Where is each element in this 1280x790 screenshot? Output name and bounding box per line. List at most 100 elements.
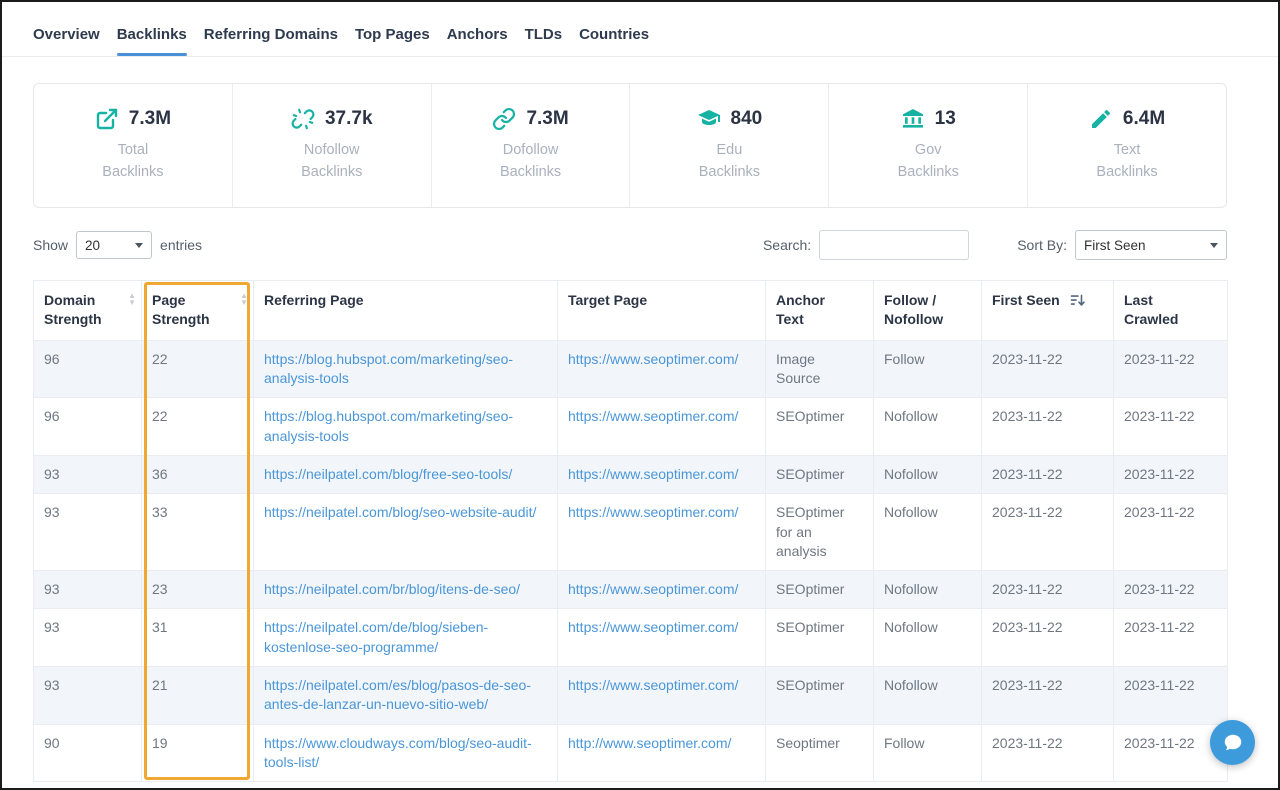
- target-page-link[interactable]: https://www.seoptimer.com/: [568, 619, 738, 635]
- cell-page-strength: 22: [142, 340, 254, 398]
- stat-label: Edu Backlinks: [685, 140, 773, 184]
- cell-follow-nofollow: Follow: [874, 724, 982, 782]
- broken-link-icon: [291, 107, 315, 131]
- referring-page-link[interactable]: https://neilpatel.com/blog/seo-website-a…: [264, 504, 536, 520]
- cell-first-seen: 2023-11-22: [982, 571, 1114, 609]
- cell-follow-nofollow: Nofollow: [874, 609, 982, 667]
- target-page-link[interactable]: https://www.seoptimer.com/: [568, 581, 738, 597]
- search-label: Search:: [763, 237, 811, 253]
- table-row: 9321https://neilpatel.com/es/blog/pasos-…: [34, 667, 1228, 725]
- cell-last-crawled: 2023-11-22: [1114, 667, 1228, 725]
- tab-countries[interactable]: Countries: [579, 26, 649, 56]
- cell-follow-nofollow: Nofollow: [874, 667, 982, 725]
- sort-desc-icon: [1070, 293, 1085, 312]
- cell-domain-strength: 93: [34, 571, 142, 609]
- column-header-target-page[interactable]: Target Page: [558, 281, 766, 341]
- table-row: 9622https://blog.hubspot.com/marketing/s…: [34, 398, 1228, 456]
- stat-value: 13: [935, 108, 956, 130]
- referring-page-link[interactable]: https://www.cloudways.com/blog/seo-audit…: [264, 735, 532, 770]
- cell-anchor-text: Seoptimer: [766, 724, 874, 782]
- referring-page-link[interactable]: https://neilpatel.com/br/blog/itens-de-s…: [264, 581, 520, 597]
- cell-page-strength: 23: [142, 571, 254, 609]
- target-page-link[interactable]: https://www.seoptimer.com/: [568, 408, 738, 424]
- referring-page-link[interactable]: https://neilpatel.com/es/blog/pasos-de-s…: [264, 677, 531, 712]
- cell-domain-strength: 96: [34, 398, 142, 456]
- sort-by-select[interactable]: First Seen: [1075, 230, 1227, 260]
- column-label: Domain Strength: [44, 292, 102, 327]
- cell-last-crawled: 2023-11-22: [1114, 340, 1228, 398]
- table-row: 9019https://www.cloudways.com/blog/seo-a…: [34, 724, 1228, 782]
- sort-by-label: Sort By:: [1017, 237, 1067, 253]
- tab-top-pages[interactable]: Top Pages: [355, 26, 430, 56]
- column-label: Target Page: [568, 292, 647, 308]
- column-header-last-crawled[interactable]: Last Crawled: [1114, 281, 1228, 341]
- cell-target-page: https://www.seoptimer.com/: [558, 667, 766, 725]
- chevron-down-icon: [1210, 243, 1218, 248]
- cell-referring-page: https://www.cloudways.com/blog/seo-audit…: [254, 724, 558, 782]
- cell-last-crawled: 2023-11-22: [1114, 724, 1228, 782]
- tab-anchors[interactable]: Anchors: [447, 26, 508, 56]
- search-input[interactable]: [819, 230, 969, 260]
- column-header-follow-nofollow[interactable]: Follow / Nofollow: [874, 281, 982, 341]
- cell-anchor-text: SEOptimer: [766, 571, 874, 609]
- tab-overview[interactable]: Overview: [33, 26, 100, 56]
- column-header-anchor-text[interactable]: Anchor Text: [766, 281, 874, 341]
- target-page-link[interactable]: https://www.seoptimer.com/: [568, 351, 738, 367]
- cell-page-strength: 33: [142, 494, 254, 571]
- cell-target-page: https://www.seoptimer.com/: [558, 609, 766, 667]
- stat-total-backlinks: 7.3M Total Backlinks: [34, 84, 233, 207]
- cell-referring-page: https://neilpatel.com/blog/free-seo-tool…: [254, 455, 558, 493]
- stat-dofollow-backlinks: 7.3M Dofollow Backlinks: [432, 84, 631, 207]
- cell-referring-page: https://neilpatel.com/br/blog/itens-de-s…: [254, 571, 558, 609]
- tab-referring-domains[interactable]: Referring Domains: [204, 26, 338, 56]
- chat-launcher-button[interactable]: [1210, 720, 1255, 765]
- column-header-domain-strength[interactable]: Domain Strength ▲▼: [34, 281, 142, 341]
- cell-anchor-text: Image Source: [766, 340, 874, 398]
- cell-follow-nofollow: Nofollow: [874, 398, 982, 456]
- cell-referring-page: https://neilpatel.com/es/blog/pasos-de-s…: [254, 667, 558, 725]
- column-header-referring-page[interactable]: Referring Page: [254, 281, 558, 341]
- stat-edu-backlinks: 840 Edu Backlinks: [630, 84, 829, 207]
- entries-select[interactable]: 20: [76, 231, 152, 259]
- table-row: 9323 https://neilpatel.com/br/blog/itens-…: [34, 571, 1228, 609]
- referring-page-link[interactable]: https://neilpatel.com/blog/free-seo-tool…: [264, 466, 512, 482]
- bank-icon: [901, 107, 925, 131]
- target-page-link[interactable]: https://www.seoptimer.com/: [568, 466, 738, 482]
- stat-value: 6.4M: [1123, 108, 1165, 130]
- cell-anchor-text: SEOptimer: [766, 398, 874, 456]
- referring-page-link[interactable]: https://neilpatel.com/de/blog/sieben-kos…: [264, 619, 488, 654]
- sort-by-select-value: First Seen: [1084, 238, 1146, 253]
- sort-arrows-icon: ▲▼: [240, 293, 248, 307]
- target-page-link[interactable]: http://www.seoptimer.com/: [568, 735, 731, 751]
- show-label: Show: [33, 237, 68, 253]
- column-label: Follow / Nofollow: [884, 292, 943, 327]
- entries-control: Show 20 entries: [33, 231, 202, 259]
- sort-arrows-icon: ▲▼: [128, 293, 136, 307]
- tab-backlinks[interactable]: Backlinks: [117, 26, 187, 56]
- cell-follow-nofollow: Nofollow: [874, 571, 982, 609]
- column-label: Referring Page: [264, 292, 364, 308]
- cell-first-seen: 2023-11-22: [982, 667, 1114, 725]
- backlink-stats-card: 7.3M Total Backlinks 37.7k Nofollow Back…: [33, 83, 1227, 208]
- target-page-link[interactable]: https://www.seoptimer.com/: [568, 504, 738, 520]
- cell-referring-page: https://neilpatel.com/blog/seo-website-a…: [254, 494, 558, 571]
- tab-tlds[interactable]: TLDs: [525, 26, 563, 56]
- stat-label: Text Backlinks: [1083, 140, 1171, 184]
- cell-first-seen: 2023-11-22: [982, 455, 1114, 493]
- cell-target-page: https://www.seoptimer.com/: [558, 398, 766, 456]
- column-header-page-strength[interactable]: Page Strength ▲▼: [142, 281, 254, 341]
- cell-last-crawled: 2023-11-22: [1114, 494, 1228, 571]
- table-row: 9331https://neilpatel.com/de/blog/sieben…: [34, 609, 1228, 667]
- column-header-first-seen[interactable]: First Seen: [982, 281, 1114, 341]
- referring-page-link[interactable]: https://blog.hubspot.com/marketing/seo-a…: [264, 408, 513, 443]
- column-label: Anchor Text: [776, 291, 836, 330]
- cell-domain-strength: 90: [34, 724, 142, 782]
- stat-label: Nofollow Backlinks: [288, 140, 376, 184]
- cell-page-strength: 21: [142, 667, 254, 725]
- chat-bubble-icon: [1222, 732, 1244, 754]
- referring-page-link[interactable]: https://blog.hubspot.com/marketing/seo-a…: [264, 351, 513, 386]
- stat-value: 37.7k: [325, 108, 373, 130]
- target-page-link[interactable]: https://www.seoptimer.com/: [568, 677, 738, 693]
- table-row: 9622https://blog.hubspot.com/marketing/s…: [34, 340, 1228, 398]
- table-header-row: Domain Strength ▲▼ Page Strength ▲▼ Refe…: [34, 281, 1228, 341]
